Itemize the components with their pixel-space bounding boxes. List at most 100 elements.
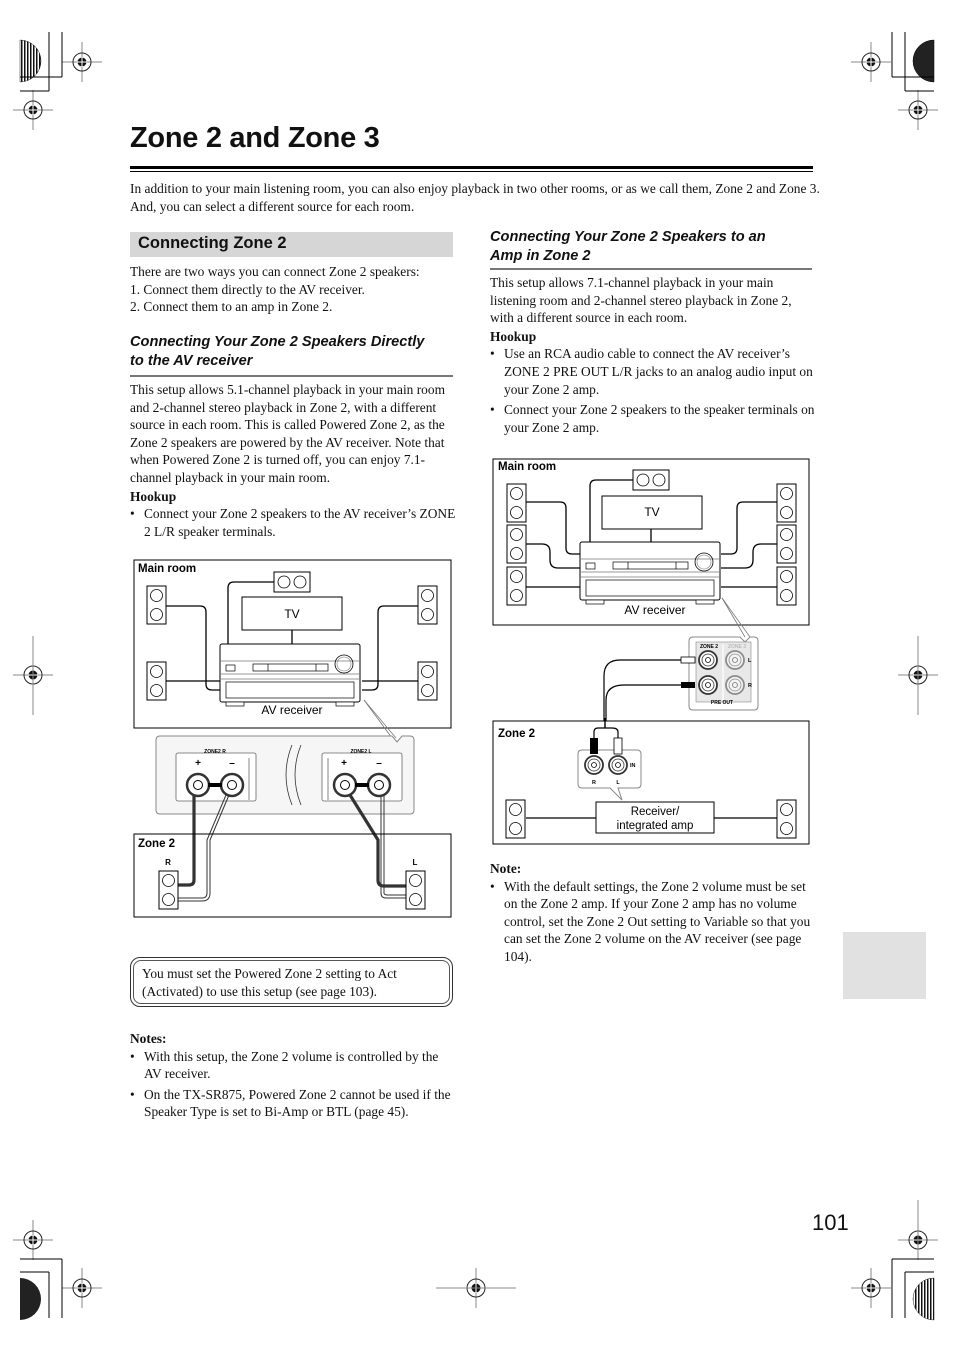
note-label: Note: xyxy=(490,861,522,876)
rca-plug-right xyxy=(590,738,598,754)
way-item: 2. Connect them to an amp in Zone 2. xyxy=(130,299,333,315)
ways-intro: There are two ways you can connect Zone … xyxy=(130,264,420,279)
speaker-zone2-left xyxy=(505,799,526,839)
jack-in-r xyxy=(584,755,604,775)
main-room-label: Main room xyxy=(138,563,196,575)
color-bar-mark xyxy=(912,1277,935,1321)
note-item: On the TX-SR875, Powered Zone 2 cannot b… xyxy=(130,1086,457,1121)
hookup-label: Hookup xyxy=(490,328,537,344)
notes-list: With this setup, the Zone 2 volume is co… xyxy=(130,1048,457,1121)
speaker-zone2-right xyxy=(776,799,797,839)
speaker-surround-left xyxy=(146,661,167,701)
registration-mark xyxy=(897,89,939,131)
in-r-label: R xyxy=(592,780,596,786)
zone3-jack-label: ZONE 3 xyxy=(728,644,746,650)
subheading-line: Connecting Your Zone 2 Speakers Directly xyxy=(130,334,425,350)
tv-label: TV xyxy=(284,607,299,621)
av-receiver-icon xyxy=(579,541,721,605)
intro-paragraph: In addition to your main listening room,… xyxy=(130,181,820,214)
amp-label-line1: Receiver/ xyxy=(631,806,680,818)
hookup-item: Connect your Zone 2 speakers to the AV r… xyxy=(130,505,457,540)
left-notes: Notes: With this setup, the Zone 2 volum… xyxy=(130,1030,457,1121)
registration-mark xyxy=(12,89,54,131)
terminal-zone2l-plus xyxy=(332,772,358,798)
body-paragraph: This setup allows 7.1-channel playback i… xyxy=(490,275,792,326)
zone2l-label: ZONE2 L xyxy=(350,749,371,755)
amp-label-line2: integrated amp xyxy=(617,820,694,832)
av-receiver-label: AV receiver xyxy=(261,703,322,717)
rca-plug-left xyxy=(613,737,623,755)
jack-zone3-l xyxy=(725,650,745,670)
color-bar-mark xyxy=(19,39,42,83)
hookup-item: Use an RCA audio cable to connect the AV… xyxy=(490,345,816,398)
page-number: 101 xyxy=(812,1210,849,1235)
zone2-label: Zone 2 xyxy=(498,728,535,740)
plus-label: + xyxy=(341,758,347,769)
right-notes: Note: With the default settings, the Zon… xyxy=(490,860,816,966)
notes-label: Notes: xyxy=(130,1031,167,1046)
diagram-powered-zone2: Main room TV AV receiver ZONE2 R ZONE2 L… xyxy=(133,559,452,918)
note-item: With this setup, the Zone 2 volume is co… xyxy=(130,1048,457,1083)
notes-list: With the default settings, the Zone 2 vo… xyxy=(490,878,816,966)
minus-label: – xyxy=(376,758,382,769)
subheading-line: Amp in Zone 2 xyxy=(490,248,591,264)
section-heading-text: Connecting Zone 2 xyxy=(138,234,287,252)
subheading-rule xyxy=(130,375,453,377)
speaker-surround-back-right xyxy=(776,566,797,606)
powered-zone2-callout: You must set the Powered Zone 2 setting … xyxy=(130,957,453,1007)
section-heading-connecting-zone-2: Connecting Zone 2 xyxy=(130,232,453,257)
main-room-label: Main room xyxy=(498,461,556,473)
zone2-label: Zone 2 xyxy=(138,838,175,850)
note-item: With the default settings, the Zone 2 vo… xyxy=(490,878,816,966)
jack-zone2-r xyxy=(698,675,718,695)
right-channel-label: R xyxy=(165,858,171,867)
hookup-item: Connect your Zone 2 speakers to the spea… xyxy=(490,401,816,436)
plus-label: + xyxy=(195,758,201,769)
speaker-surround-right xyxy=(417,661,438,701)
callout-text: You must set the Powered Zone 2 setting … xyxy=(142,966,397,999)
left-channel-label: L xyxy=(413,858,418,867)
ways-block: There are two ways you can connect Zone … xyxy=(130,263,460,316)
terminal-zone2r-plus xyxy=(185,772,211,798)
subheading-line: Connecting Your Zone 2 Speakers to an xyxy=(490,229,766,245)
registration-mark xyxy=(61,1267,103,1309)
in-label: IN xyxy=(630,763,636,769)
speaker-front-left xyxy=(146,585,167,625)
speaker-zone2-right xyxy=(158,870,179,910)
jack-zone2-l xyxy=(698,650,718,670)
zone2r-label: ZONE2 R xyxy=(204,749,226,755)
way-item: 1. Connect them directly to the AV recei… xyxy=(130,281,365,297)
speaker-surround-left xyxy=(506,524,527,564)
minus-label: – xyxy=(229,758,235,769)
speaker-surround-back-left xyxy=(506,566,527,606)
speaker-center xyxy=(273,571,311,593)
speaker-surround-right xyxy=(776,524,797,564)
chapter-tab xyxy=(843,932,926,999)
body-paragraph: This setup allows 5.1-channel playback i… xyxy=(130,382,445,485)
av-receiver-icon xyxy=(219,643,361,707)
hookup-list: Connect your Zone 2 speakers to the AV r… xyxy=(130,505,457,540)
color-bar-mark xyxy=(912,39,935,83)
speaker-front-right xyxy=(776,483,797,523)
registration-mark xyxy=(850,41,892,83)
registration-mark xyxy=(61,41,103,83)
direct-body: This setup allows 5.1-channel playback i… xyxy=(130,381,457,540)
subheading-amp: Connecting Your Zone 2 Speakers to an Am… xyxy=(490,228,820,266)
r-jack-label: R xyxy=(748,683,752,689)
color-bar-mark xyxy=(20,1278,41,1320)
zone2-frame xyxy=(133,833,452,918)
speaker-center xyxy=(632,469,670,491)
subheading-line: to the AV receiver xyxy=(130,353,253,369)
hookup-label: Hookup xyxy=(130,488,177,504)
speaker-front-left xyxy=(506,483,527,523)
jack-zone3-r xyxy=(725,675,745,695)
subheading-direct: Connecting Your Zone 2 Speakers Directly… xyxy=(130,333,460,371)
pre-out-label: PRE OUT xyxy=(711,700,733,706)
diagram-zone2-amp: Main room TV AV receiver ZONE 2 ZONE 3 L… xyxy=(492,458,810,845)
zone2-jack-label: ZONE 2 xyxy=(700,644,718,650)
subheading-rule xyxy=(490,268,812,270)
amp-body: This setup allows 7.1-channel playback i… xyxy=(490,274,816,436)
title-rule-thin xyxy=(130,171,813,172)
jack-in-l xyxy=(608,755,628,775)
speaker-zone2-left xyxy=(405,870,426,910)
